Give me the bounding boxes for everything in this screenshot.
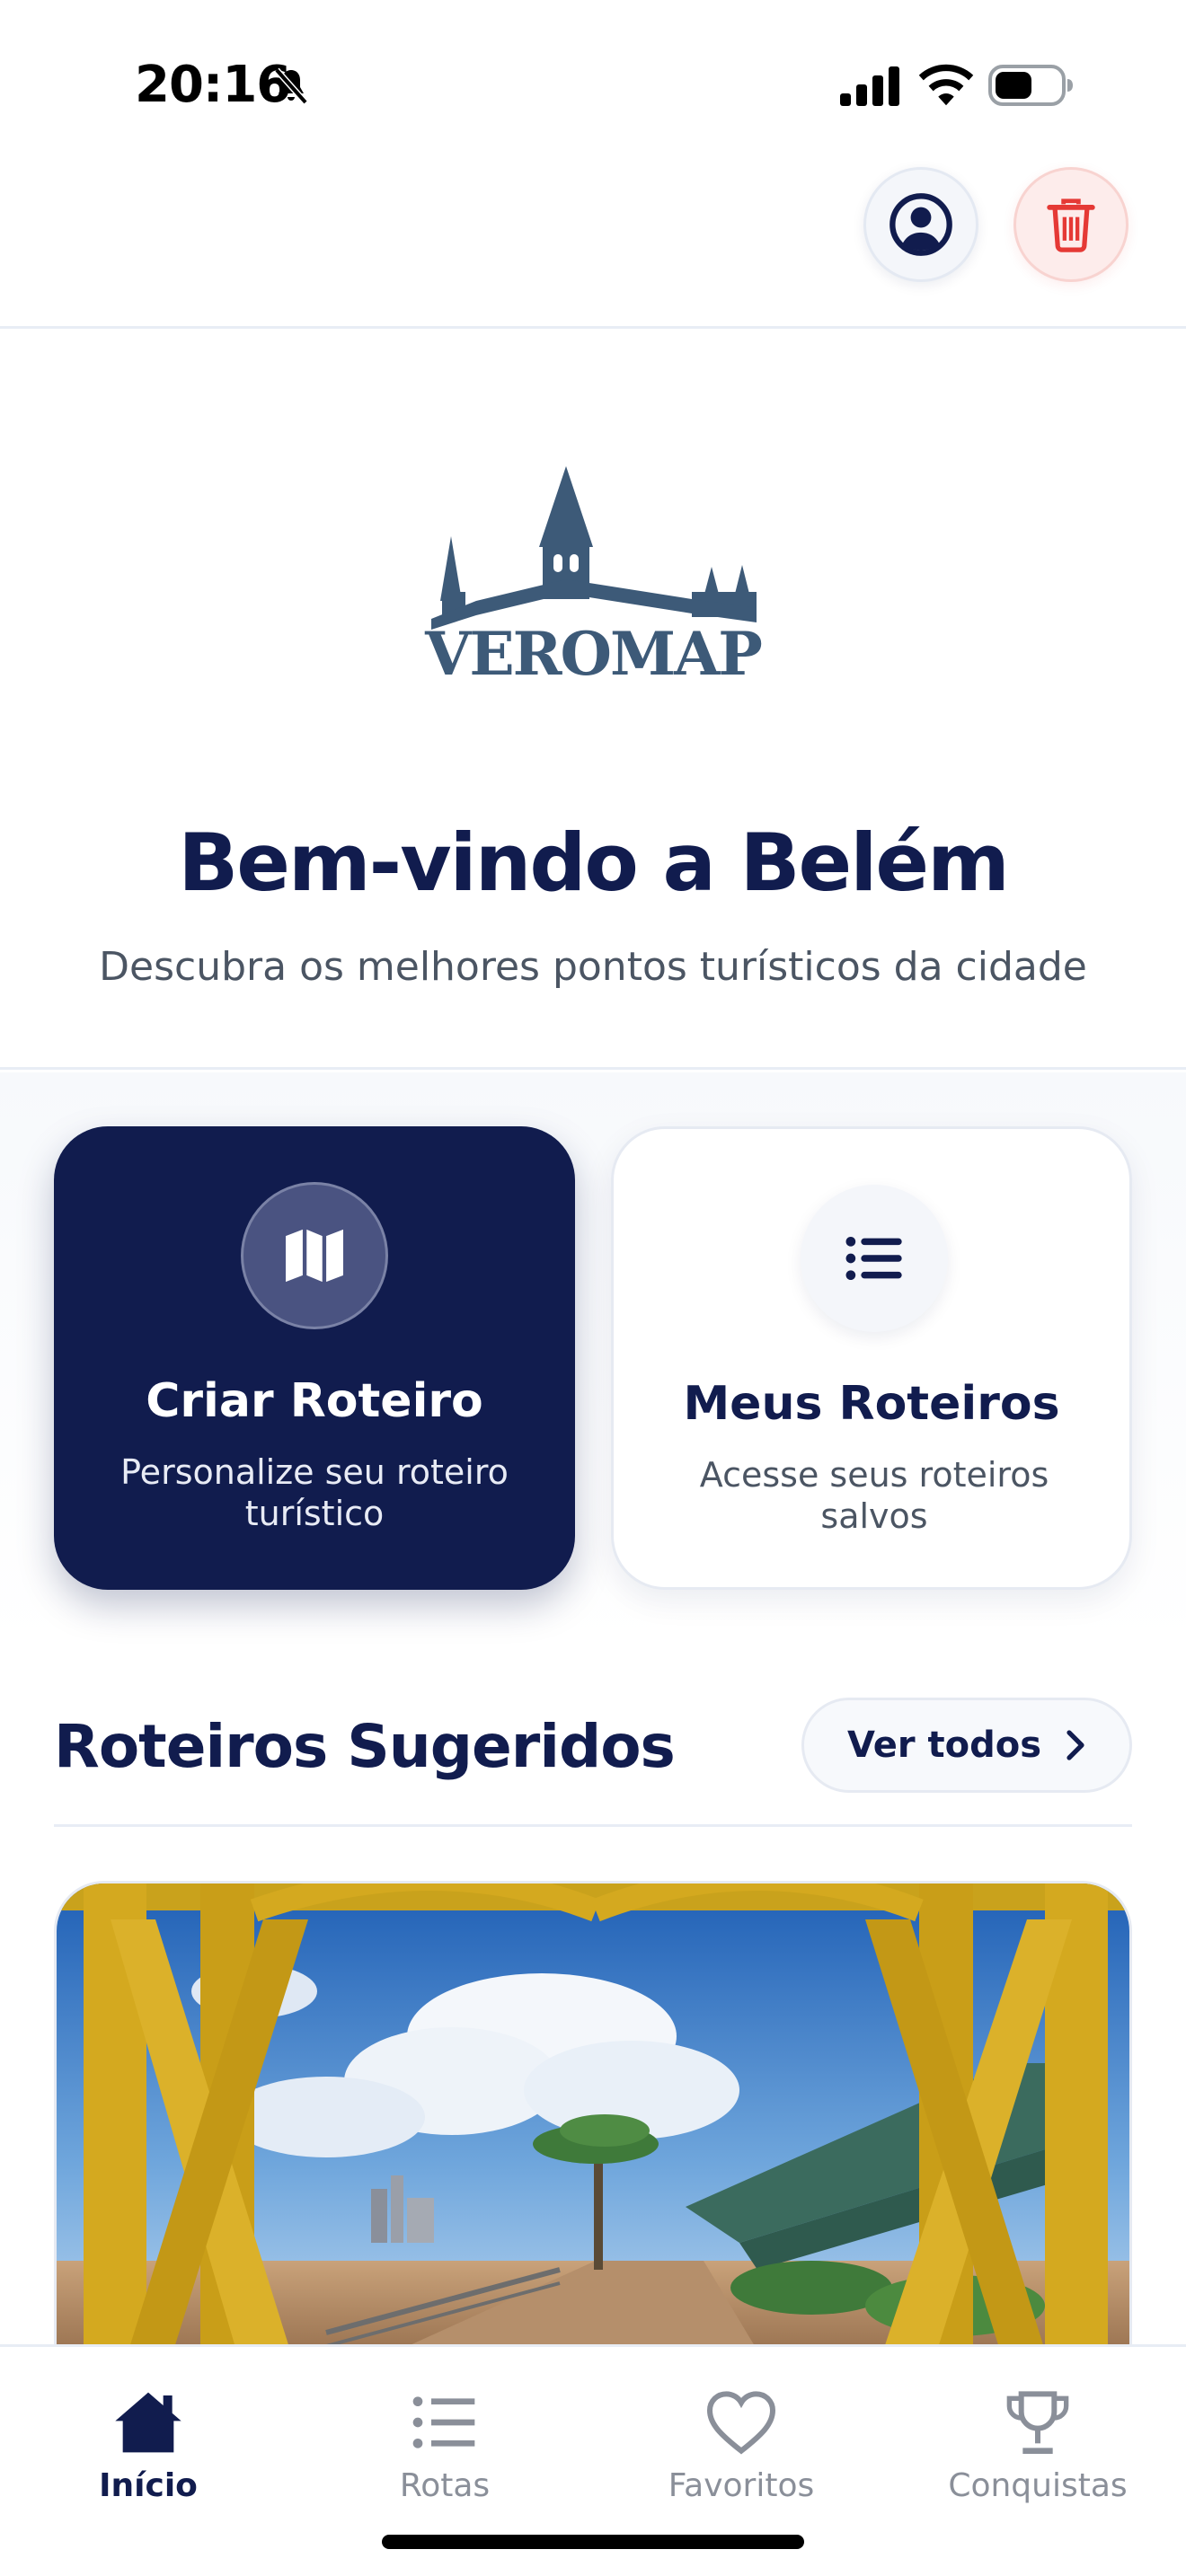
app-screen: 20:16 VEROMAP Bem-vindo a Belém Descubra… bbox=[0, 0, 1186, 2576]
my-routes-card[interactable]: Meus Roteiros Acesse seus roteiros salvo… bbox=[611, 1126, 1132, 1590]
map-icon bbox=[286, 1229, 343, 1283]
delete-button[interactable] bbox=[1013, 167, 1128, 282]
create-route-subtitle: Personalize seu roteiro turístico bbox=[120, 1452, 509, 1533]
home-indicator bbox=[382, 2535, 804, 2549]
profile-button[interactable] bbox=[863, 167, 978, 282]
suggested-routes-title: Roteiros Sugeridos bbox=[54, 1712, 676, 1781]
trash-icon bbox=[1047, 198, 1095, 252]
status-time: 20:16 bbox=[135, 56, 291, 114]
nav-label-favorites: Favoritos bbox=[668, 2467, 815, 2504]
see-all-button[interactable]: Ver todos bbox=[801, 1698, 1132, 1793]
chevron-right-icon bbox=[1067, 1730, 1084, 1760]
trophy-icon bbox=[1006, 2391, 1069, 2454]
nav-label-achievements: Conquistas bbox=[948, 2467, 1128, 2504]
suggested-route-card[interactable] bbox=[54, 1881, 1132, 2348]
create-route-title: Criar Roteiro bbox=[146, 1374, 483, 1428]
route-photo bbox=[57, 1883, 1129, 2345]
nav-item-routes[interactable]: Rotas bbox=[296, 2347, 593, 2509]
see-all-label: Ver todos bbox=[846, 1725, 1042, 1766]
home-icon bbox=[115, 2392, 181, 2453]
heart-icon bbox=[706, 2391, 776, 2455]
nav-label-routes: Rotas bbox=[399, 2467, 491, 2504]
wifi-icon bbox=[918, 64, 974, 106]
hero-section: VEROMAP Bem-vindo a Belém Descubra os me… bbox=[0, 331, 1186, 1070]
nav-label-home: Início bbox=[99, 2467, 198, 2504]
header-bar bbox=[0, 162, 1186, 329]
suggested-routes-header: Roteiros Sugeridos Ver todos bbox=[54, 1696, 1132, 1827]
user-circle-icon bbox=[890, 193, 952, 256]
signal-icon bbox=[840, 66, 899, 106]
welcome-subtitle: Descubra os melhores pontos turísticos d… bbox=[99, 944, 1087, 990]
list-icon bbox=[845, 1237, 902, 1280]
create-route-icon-circle bbox=[241, 1182, 388, 1329]
my-routes-icon-circle bbox=[801, 1185, 948, 1332]
bell-off-icon bbox=[274, 67, 308, 105]
create-route-card[interactable]: Criar Roteiro Personalize seu roteiro tu… bbox=[54, 1126, 575, 1590]
nav-item-favorites[interactable]: Favoritos bbox=[593, 2347, 890, 2509]
nav-item-home[interactable]: Início bbox=[0, 2347, 296, 2509]
my-routes-subtitle: Acesse seus roteiros salvos bbox=[699, 1455, 1049, 1536]
nav-item-achievements[interactable]: Conquistas bbox=[890, 2347, 1186, 2509]
svg-text:VEROMAP: VEROMAP bbox=[424, 619, 761, 682]
quick-actions: Criar Roteiro Personalize seu roteiro tu… bbox=[0, 1072, 1186, 1647]
my-routes-title: Meus Roteiros bbox=[683, 1377, 1060, 1431]
welcome-title: Bem-vindo a Belém bbox=[178, 816, 1010, 909]
battery-icon bbox=[988, 65, 1073, 106]
veromap-logo: VEROMAP bbox=[424, 466, 763, 682]
status-bar: 20:16 bbox=[0, 0, 1186, 162]
list-icon bbox=[412, 2396, 475, 2448]
